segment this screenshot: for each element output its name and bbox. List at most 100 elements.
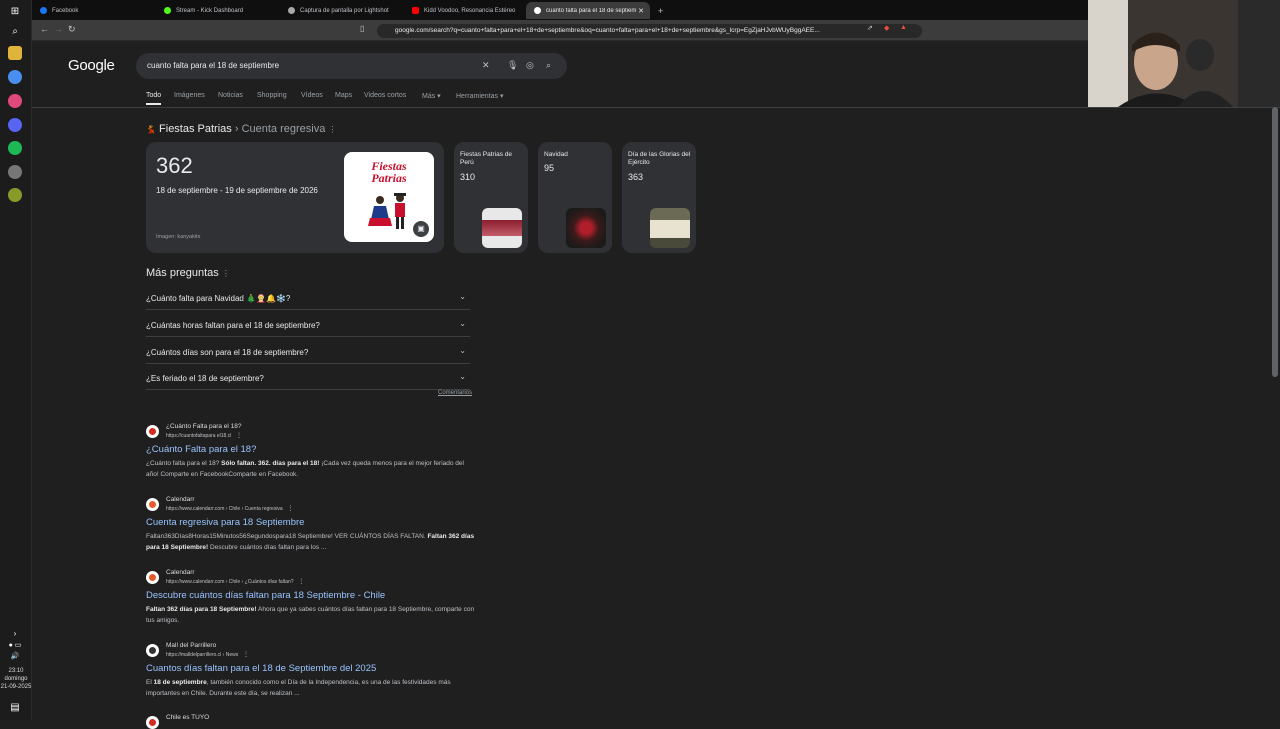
more-options-icon[interactable]: ⋮ [233,433,242,439]
obs-icon[interactable] [8,165,22,179]
comments-link[interactable]: Comentarios [438,390,472,396]
filter-todo[interactable]: Todo [146,92,162,105]
tab-youtube[interactable]: Kidd Voodoo, Resonancia Estéreo [404,2,524,19]
image-search-icon[interactable]: ▣ [413,221,429,237]
spotify-icon[interactable] [8,141,22,155]
forward-icon[interactable]: → [54,24,63,34]
filter-tools[interactable]: Herramientas ▾ [456,92,503,100]
result-site: Calendarr [166,569,195,576]
tab-google[interactable]: cuanto falta para el 18 de septiembre ✕ [526,2,650,19]
result-title[interactable]: Descubre cuántos días faltan para 18 Sep… [146,590,385,601]
tab-facebook[interactable]: Facebook [32,2,152,19]
tab-label: cuanto falta para el 18 de septiembre [546,7,636,14]
filter-videos[interactable]: Vídeos [301,92,323,99]
search-box[interactable]: cuanto falta para el 18 de septiembre ✕ … [136,53,567,79]
countdown-card-ejercito[interactable]: Día de las Glorias del Ejército 363 [622,142,696,253]
search-page: Google cuanto falta para el 18 de septie… [32,41,1280,729]
tab-label: Facebook [52,7,79,14]
army-image [650,208,690,248]
paa-question[interactable]: ¿Es feriado el 18 de septiembre? ⌄ [146,364,470,390]
filter-more[interactable]: Más ▾ [422,92,441,100]
header-divider [32,107,1280,108]
chevron-down-icon[interactable]: ⌄ [459,346,466,355]
clock-day: domingo [4,676,28,682]
result-snippet: El 18 de septiembre, también conocido co… [146,679,451,697]
fiestas-patrias-image[interactable]: Fiestas Patrias ▣ [344,152,434,242]
address-bar: ← → ↻ ▯ google.com/search?q=cuanto+falta… [32,20,1088,41]
volume-icon[interactable]: 🔊 [8,649,22,663]
result-snippet: Faltan363Días8Horas15Minutos56Segundospa… [146,533,475,551]
url-field[interactable]: google.com/search?q=cuanto+falta+para+el… [377,24,922,38]
question-text: ¿Cuántas horas faltan para el 18 de sept… [146,321,320,330]
result-url: https://www.calendarr.com › Chile › ¿Cuá… [166,578,304,585]
back-icon[interactable]: ← [40,24,49,34]
result-url-text: https://malldelparrillero.cl › News [166,652,239,658]
lens-icon[interactable]: ◎ [526,60,534,71]
search-input[interactable]: cuanto falta para el 18 de septiembre [147,61,279,70]
paa-question[interactable]: ¿Cuánto falta para Navidad 🎄🤶🔔❄️? ⌄ [146,284,470,310]
more-options-icon[interactable]: ⋮ [295,579,304,585]
tab-lightshot[interactable]: Captura de pantalla por Lightshot [280,2,400,19]
start-icon[interactable]: ⊞ [8,4,22,18]
google-icon [534,7,541,14]
clock-date: 21-09-2025 [0,684,32,690]
filter-shopping[interactable]: Shopping [257,92,287,99]
filter-news[interactable]: Noticias [218,92,243,99]
bookmark-icon[interactable]: ▯ [360,24,364,33]
alert-icon[interactable]: ▲ [900,24,907,31]
result-site: ¿Cuánto Falta para el 18? [166,423,242,430]
mic-icon[interactable]: 🎙 [507,60,518,71]
clear-icon[interactable]: ✕ [482,60,490,71]
result-snippet: ¿Cuánto falta para el 18? Sólo faltan. 3… [146,460,464,478]
clock-time[interactable]: 23:10 [0,667,32,675]
search-icon[interactable]: ⌕ [8,24,22,38]
chrome-icon[interactable] [8,70,22,84]
countdown-card[interactable]: 362 18 de septiembre - 19 de septiembre … [146,142,444,253]
result-url-text: https://www.calendarr.com › Chile › Cuen… [166,506,283,512]
chevron-down-icon[interactable]: ⌄ [459,372,466,381]
result-title[interactable]: ¿Cuánto Falta para el 18? [146,444,256,455]
brave-icon[interactable]: ◆ [884,24,889,32]
chevron-down-icon[interactable]: ⌄ [459,319,466,328]
more-options-icon[interactable]: ⋮ [284,506,293,512]
tab-label: Kidd Voodoo, Resonancia Estéreo [424,7,516,14]
christmas-image [566,208,606,248]
browser-window: Facebook Stream - Kick Dashboard Captura… [32,0,1280,729]
filter-maps[interactable]: Maps [335,92,352,99]
countdown-title: Fiestas Patrias [159,123,232,135]
countdown-card-navidad[interactable]: Navidad 95 [538,142,612,253]
paa-question[interactable]: ¿Cuántos días son para el 18 de septiemb… [146,338,470,364]
app2-icon[interactable] [8,188,22,202]
file-explorer-icon[interactable] [8,46,22,60]
notifications-icon[interactable]: ▤ [8,700,22,714]
card-label: Día de las Glorias del Ejército [628,151,691,166]
more-options-icon[interactable]: ⋮ [222,269,230,278]
result-url-text: https://cuantofaltapara el18.cl [166,433,232,439]
filter-more-label: Más [422,93,436,100]
result-url: https://www.calendarr.com › Chile › Cuen… [166,505,293,512]
result-title[interactable]: Cuenta regresiva para 18 Septiembre [146,517,304,528]
close-tab-icon[interactable]: ✕ [638,7,644,15]
paa-title: Más preguntas [146,267,219,279]
tab-kick[interactable]: Stream - Kick Dashboard [156,2,276,19]
filter-short-videos[interactable]: Videos cortos [364,92,406,99]
app-icon[interactable] [8,94,22,108]
taskbar: ⊞ ⌕ › ● ▭ 🔊 23:10 domingo 21-09-2025 ▤ [0,0,32,720]
share-icon[interactable]: ⇗ [867,24,873,32]
google-logo[interactable]: Google [68,57,115,74]
countdown-card-peru[interactable]: Fiestas Patrias de Perú 310 [454,142,528,253]
more-options-icon[interactable]: ⋮ [328,125,336,134]
question-text: ¿Cuánto falta para Navidad 🎄🤶🔔❄️? [146,294,291,303]
date-range: 18 de septiembre - 19 de septiembre de 2… [156,186,318,195]
new-tab-button[interactable]: + [650,2,666,19]
reload-icon[interactable]: ↻ [68,24,76,35]
page-scrollbar[interactable] [1272,107,1278,377]
search-icon[interactable]: ⌕ [546,60,551,71]
result-title[interactable]: Cuantos días faltan para el 18 de Septie… [146,663,376,674]
more-options-icon[interactable]: ⋮ [240,652,249,658]
paa-question[interactable]: ¿Cuántas horas faltan para el 18 de sept… [146,311,470,337]
result-site: Mall del Parrillero [166,642,217,649]
chevron-down-icon[interactable]: ⌄ [459,292,466,301]
filter-images[interactable]: Imágenes [174,92,205,99]
discord-icon[interactable] [8,118,22,132]
